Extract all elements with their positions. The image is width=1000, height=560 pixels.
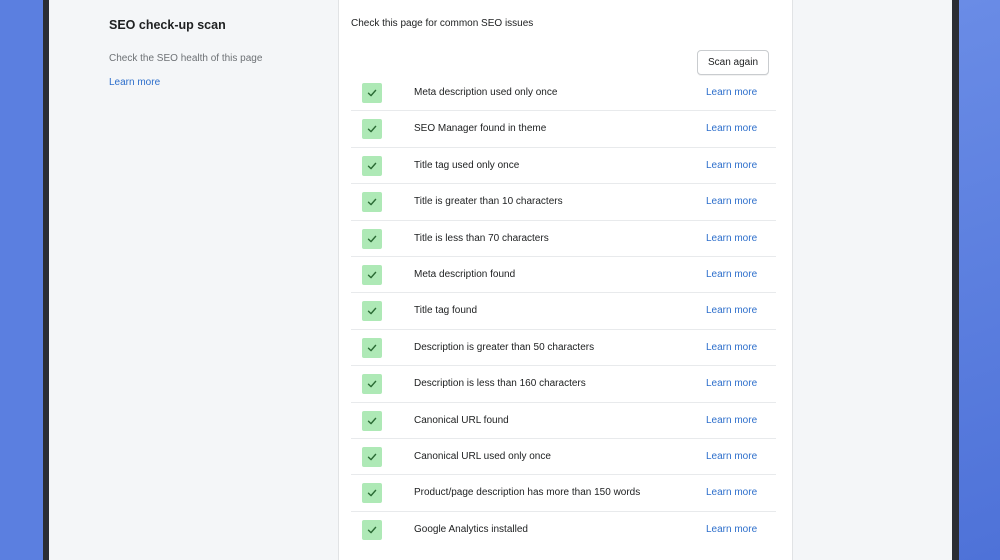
check-icon (362, 83, 382, 103)
check-learn-more-link[interactable]: Learn more (706, 415, 757, 426)
app-screen: SEO check-up scan Check the SEO health o… (49, 0, 952, 560)
check-label: Description is less than 160 characters (414, 378, 586, 390)
check-label: Title tag found (414, 305, 478, 317)
check-label: Title is less than 70 characters (414, 232, 549, 244)
check-icon (362, 410, 382, 431)
check-learn-more-link[interactable]: Learn more (706, 524, 757, 535)
check-learn-more-link[interactable]: Learn more (706, 269, 757, 280)
section-title: SEO check-up scan (109, 18, 226, 32)
section-description: SEO check-up scan Check the SEO health o… (109, 18, 309, 90)
check-learn-more-link[interactable]: Learn more (706, 487, 757, 498)
check-icon (362, 192, 382, 213)
check-label: Meta description found (414, 268, 516, 280)
check-learn-more-link[interactable]: Learn more (706, 160, 757, 171)
check-row: Google Analytics installed Learn more (351, 512, 776, 548)
check-row: Description is greater than 50 character… (351, 330, 776, 367)
check-row: Canonical URL found Learn more (351, 403, 776, 439)
check-row: Title is less than 70 characters Learn mo… (351, 221, 776, 257)
check-icon (362, 483, 382, 504)
check-learn-more-link[interactable]: Learn more (706, 123, 757, 134)
check-learn-more-link[interactable]: Learn more (706, 378, 757, 389)
check-row: Product/page description has more than 1… (351, 475, 776, 512)
check-learn-more-link[interactable]: Learn more (706, 196, 757, 207)
check-row: Title is greater than 10 characters Learn… (351, 184, 776, 221)
scan-again-button[interactable]: Scan again (697, 50, 769, 75)
check-icon (362, 155, 382, 176)
check-label: Product/page description has more than 1… (414, 487, 641, 499)
check-learn-more-link[interactable]: Learn more (706, 451, 757, 462)
check-icon (362, 337, 382, 358)
check-row: Title tag found Learn more (351, 293, 776, 330)
check-label: Title tag used only once (414, 159, 520, 171)
sidebar-learn-more-link[interactable]: Learn more (109, 77, 160, 88)
check-label: Meta description used only once (414, 87, 558, 98)
check-row: SEO Manager found in theme Learn more (351, 111, 776, 148)
check-label: Canonical URL found (414, 414, 509, 426)
check-icon (362, 228, 382, 249)
check-label: SEO Manager found in theme (414, 123, 547, 135)
seo-checks-card: Check this page for common SEO issues Sc… (338, 0, 793, 560)
check-icon (362, 374, 382, 395)
check-row: Meta description used only once Learn mor… (351, 75, 776, 112)
section-subtitle: Check the SEO health of this page (109, 53, 263, 64)
check-label: Title is greater than 10 characters (414, 196, 563, 208)
check-learn-more-link[interactable]: Learn more (706, 233, 757, 244)
check-row: Description is less than 160 characters L… (351, 366, 776, 403)
check-learn-more-link[interactable]: Learn more (706, 87, 757, 98)
check-label: Canonical URL used only once (414, 450, 551, 462)
checks-list: Meta description used only once Learn mor… (351, 75, 776, 548)
check-label: Description is greater than 50 character… (414, 341, 595, 353)
check-icon (362, 264, 382, 285)
check-icon (362, 519, 382, 540)
check-learn-more-link[interactable]: Learn more (706, 342, 757, 353)
card-title: Check this page for common SEO issues (351, 18, 534, 29)
check-icon (362, 446, 382, 467)
check-learn-more-link[interactable]: Learn more (706, 305, 757, 316)
background-decoration (952, 0, 1000, 560)
check-row: Canonical URL used only once Learn more (351, 439, 776, 476)
check-icon (362, 119, 382, 140)
check-label: Google Analytics installed (414, 523, 528, 535)
check-row: Meta description found Learn more (351, 257, 776, 294)
check-icon (362, 301, 382, 322)
check-row: Title tag used only once Learn more (351, 148, 776, 185)
